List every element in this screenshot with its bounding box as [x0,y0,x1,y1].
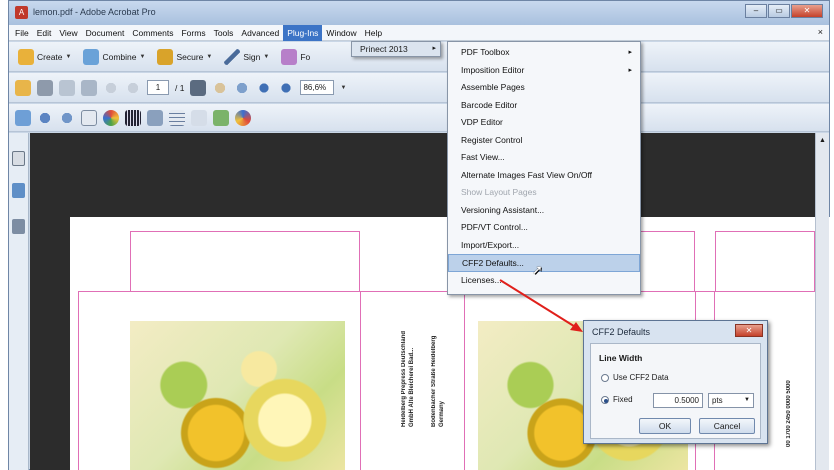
unit-select[interactable]: pts ▼ [708,393,754,408]
fixed-radio[interactable] [601,396,609,404]
line-width-input[interactable]: 0.5000 [653,393,703,408]
use-cff2-data-radio[interactable] [601,374,609,382]
dialog-title: CFF2 Defaults [592,327,651,337]
dialog-body: Line Width Use CFF2 Data Fixed 0.5000 pt… [590,343,761,439]
ok-button[interactable]: OK [639,418,691,434]
line-width-label: Line Width [599,353,643,363]
cancel-button[interactable]: Cancel [699,418,755,434]
use-cff2-data-label: Use CFF2 Data [613,373,669,382]
chevron-down-icon: ▼ [744,397,750,403]
fixed-label: Fixed [613,395,633,404]
cff2-defaults-dialog: CFF2 Defaults ✕ Line Width Use CFF2 Data… [583,320,768,444]
dialog-close-button[interactable]: ✕ [735,324,763,337]
